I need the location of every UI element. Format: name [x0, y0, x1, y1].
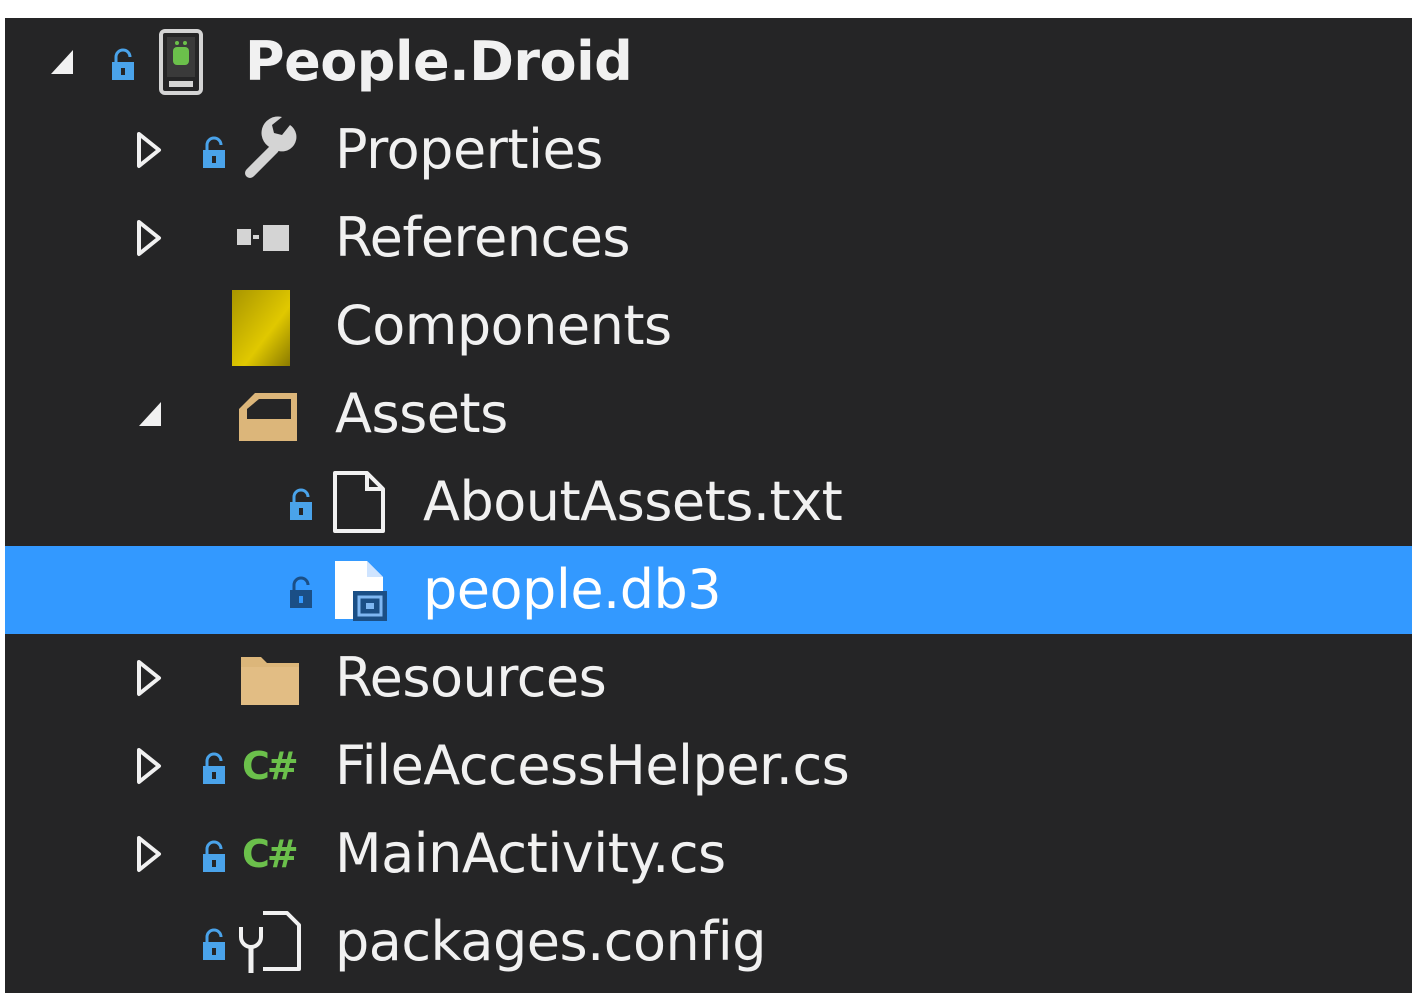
lock-icon [203, 136, 225, 168]
tree-item-label: Components [335, 294, 672, 357]
lock-icon [203, 928, 225, 960]
open-folder-icon [239, 393, 297, 441]
csharp-icon: C# [242, 832, 299, 876]
tree-item-label: Resources [335, 646, 607, 709]
expanded-arrow-icon[interactable] [45, 42, 77, 82]
tree-item-label: MainActivity.cs [335, 822, 726, 885]
expanded-arrow-icon[interactable] [133, 394, 165, 434]
folder-icon [241, 657, 299, 705]
wrench-icon [245, 116, 297, 178]
tree-item-label: AboutAssets.txt [423, 470, 843, 533]
android-project-icon [159, 29, 203, 95]
tree-item-packages-config[interactable]: packages.config [5, 898, 1412, 986]
lock-icon [203, 840, 225, 872]
tree-item-references[interactable]: References [5, 194, 1412, 282]
config-file-icon [239, 911, 301, 973]
tree-item-label: References [335, 206, 631, 269]
csharp-icon: C# [242, 744, 299, 788]
tree-item-label: Properties [335, 118, 603, 181]
collapsed-arrow-icon[interactable] [133, 658, 165, 698]
tree-item-components[interactable]: Components [5, 282, 1412, 370]
tree-item-project[interactable]: People.Droid [5, 18, 1412, 106]
tree-item-people-db3[interactable]: people.db3 [5, 546, 1412, 634]
collapsed-arrow-icon[interactable] [133, 746, 165, 786]
tree-item-fileaccesshelper[interactable]: C# FileAccessHelper.cs [5, 722, 1412, 810]
file-icon [333, 471, 385, 533]
tree-item-mainactivity[interactable]: C# MainActivity.cs [5, 810, 1412, 898]
tree-item-label: FileAccessHelper.cs [335, 734, 850, 797]
tree-item-assets[interactable]: Assets [5, 370, 1412, 458]
tree-item-properties[interactable]: Properties [5, 106, 1412, 194]
solution-explorer-tree: People.Droid Properties References Compo… [5, 18, 1412, 993]
lock-icon [290, 488, 312, 520]
collapsed-arrow-icon[interactable] [133, 130, 165, 170]
database-file-icon [335, 561, 387, 621]
tree-item-label: people.db3 [423, 558, 722, 621]
tree-item-label: packages.config [335, 910, 767, 973]
tree-item-aboutassets[interactable]: AboutAssets.txt [5, 458, 1412, 546]
lock-icon [290, 576, 312, 608]
collapsed-arrow-icon[interactable] [133, 834, 165, 874]
tree-item-label: People.Droid [245, 30, 633, 93]
tree-item-label: Assets [335, 382, 508, 445]
lock-icon [203, 752, 225, 784]
references-icon [237, 225, 289, 251]
collapsed-arrow-icon[interactable] [133, 218, 165, 258]
lock-icon [112, 48, 134, 80]
tree-item-resources[interactable]: Resources [5, 634, 1412, 722]
components-icon [232, 290, 290, 366]
